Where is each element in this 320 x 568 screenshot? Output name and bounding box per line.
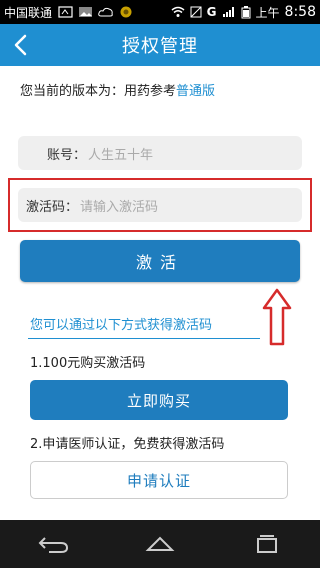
- page-title: 授权管理: [122, 36, 198, 57]
- back-icon[interactable]: [8, 32, 34, 58]
- wifi-icon: [171, 6, 185, 17]
- nav-back-icon: [38, 537, 69, 553]
- option2-text: 2.申请医师认证，免费获得激活码: [30, 437, 225, 452]
- nav-home-button[interactable]: [140, 530, 180, 558]
- nav-home-icon: [145, 536, 175, 551]
- signal-icon: [222, 7, 234, 17]
- mute-icon: [190, 6, 202, 18]
- system-nav-bar: [0, 520, 320, 568]
- nav-back-button[interactable]: [33, 530, 73, 558]
- cloud-icon: [98, 7, 113, 17]
- option1-text: 1.100元购买激活码: [30, 356, 146, 371]
- clock: 8:58: [284, 4, 316, 20]
- account-value: 人生五十年: [88, 147, 154, 163]
- status-bar: 中国联通 G 上午 8:58: [0, 0, 320, 24]
- nav-recents-button[interactable]: [247, 530, 287, 558]
- account-field: 账号： 人生五十年: [18, 136, 302, 170]
- status-right: G 上午 8:58: [171, 4, 316, 21]
- activation-code-field[interactable]: 激活码： 请输入激活码: [18, 188, 302, 222]
- app-header: 授权管理: [0, 24, 320, 66]
- network-type: G: [206, 5, 217, 19]
- nav-recents-icon: [256, 535, 277, 553]
- battery-icon: [241, 5, 251, 18]
- app-icon: [120, 6, 132, 18]
- notification-icon: [58, 6, 73, 18]
- version-line: 您当前的版本为：用药参考普通版: [20, 80, 215, 99]
- activate-button[interactable]: 激活: [20, 240, 300, 282]
- ampm: 上午: [255, 5, 280, 20]
- hint-text: 您可以通过以下方式获得激活码: [30, 318, 213, 333]
- carrier-label: 中国联通: [4, 5, 53, 20]
- version-edition: 普通版: [176, 84, 216, 99]
- up-arrow-icon: [262, 288, 292, 346]
- account-label: 账号：: [46, 147, 86, 163]
- apply-certification-button[interactable]: 申请认证: [30, 461, 288, 499]
- image-icon: [79, 7, 93, 17]
- activation-code-input[interactable]: 请输入激活码: [80, 196, 158, 215]
- buy-now-button[interactable]: 立即购买: [30, 380, 288, 420]
- activation-code-label: 激活码：: [25, 199, 78, 215]
- version-prefix: 您当前的版本为：用药参考: [20, 84, 177, 99]
- hint-divider: [28, 338, 260, 339]
